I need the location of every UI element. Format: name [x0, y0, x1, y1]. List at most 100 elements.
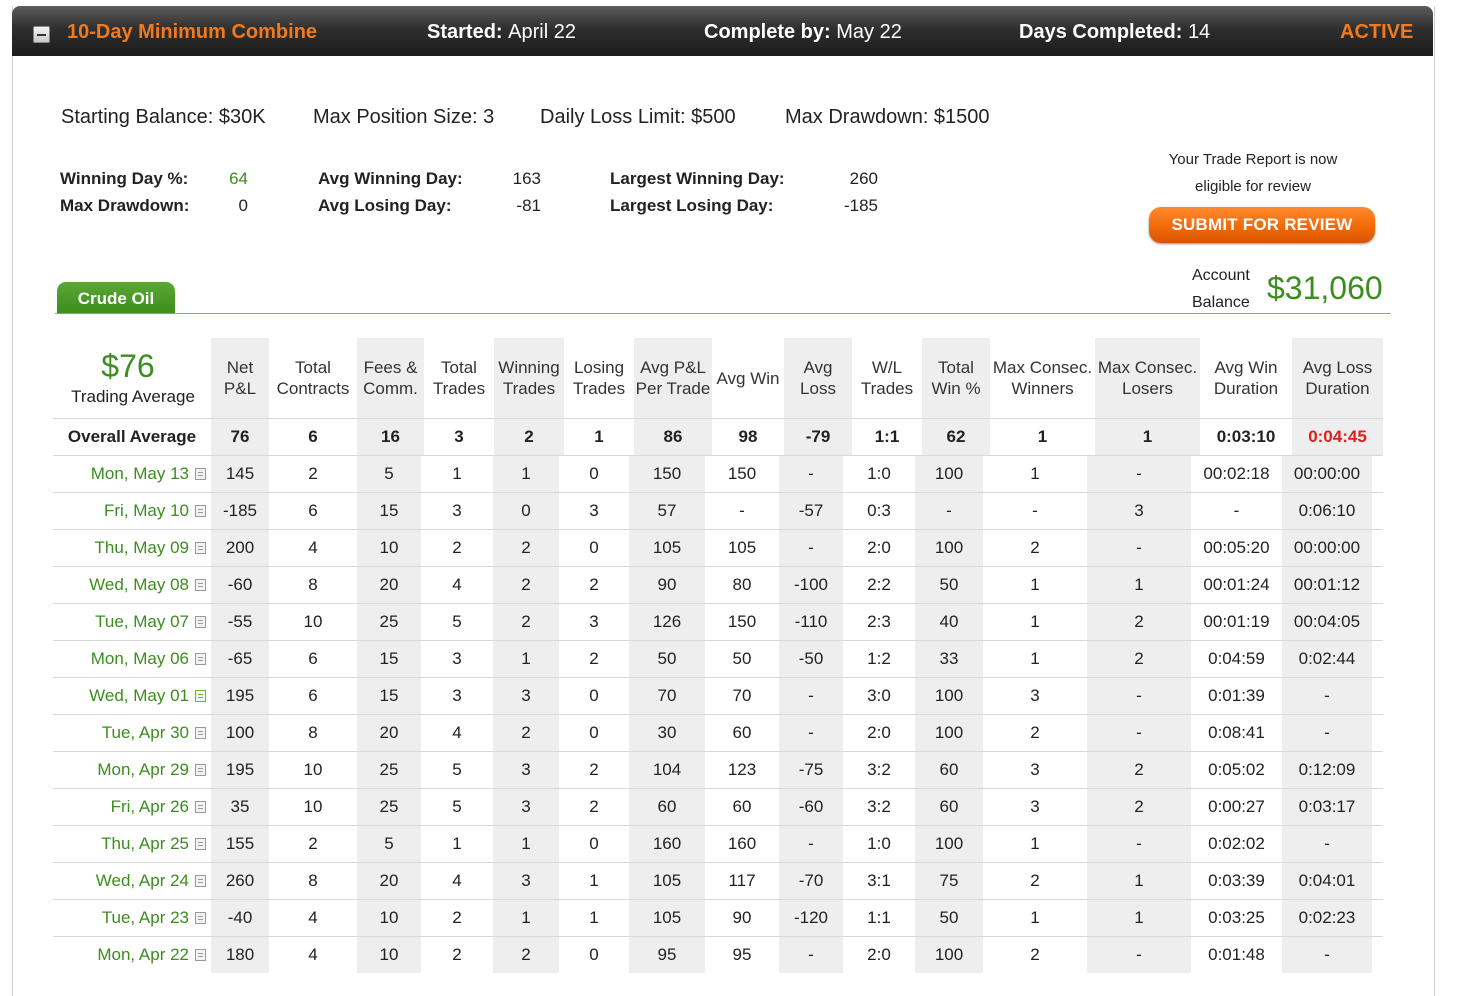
table-cell: 00:01:19 — [1203, 612, 1270, 631]
notes-icon[interactable] — [195, 764, 206, 776]
notes-icon[interactable] — [195, 542, 206, 554]
notes-icon[interactable] — [195, 653, 206, 665]
table-cell: 3 — [452, 649, 462, 668]
table-row: Wed, Apr 24 260 8 20 4 3 1 105 117 -70 3:1 75 2 1 0:03… — [53, 862, 1383, 899]
collapse-icon[interactable] — [33, 26, 50, 43]
date-cell[interactable]: Mon, May 13 — [53, 456, 206, 492]
table-cell: 1 — [1134, 575, 1144, 594]
table-cell: 0:03:25 — [1208, 908, 1265, 927]
date-cell[interactable]: Thu, Apr 25 — [53, 826, 206, 862]
notes-icon[interactable] — [195, 801, 206, 813]
table-cell: 150 — [727, 464, 757, 483]
table-cell: 1 — [452, 464, 462, 483]
date-link[interactable]: Tue, May 07 — [95, 612, 189, 631]
table-cell: 62 — [946, 427, 966, 446]
date-link[interactable]: Fri, May 10 — [104, 501, 189, 520]
table-cell: 1 — [521, 908, 531, 927]
date-cell[interactable]: Mon, May 06 — [53, 641, 206, 677]
date-cell[interactable]: Wed, May 01 — [53, 678, 206, 714]
table-cell: 1 — [521, 649, 531, 668]
date-cell[interactable]: Tue, Apr 23 — [53, 900, 206, 936]
notes-icon[interactable] — [195, 912, 206, 924]
notes-icon[interactable] — [195, 579, 206, 591]
date-link[interactable]: Mon, Apr 29 — [97, 760, 189, 779]
date-link[interactable]: Wed, Apr 24 — [96, 871, 189, 890]
table-cell: 1 — [521, 464, 531, 483]
table-cell: -75 — [798, 760, 824, 779]
table-cell: 160 — [652, 834, 682, 853]
date-cell[interactable]: Tue, Apr 30 — [53, 715, 206, 751]
date-link[interactable]: Thu, May 09 — [95, 538, 190, 557]
table-cell: 3 — [454, 427, 464, 446]
trading-average-label: Trading Average — [71, 387, 195, 406]
tab-crude-oil[interactable]: Crude Oil — [57, 282, 175, 314]
date-link[interactable]: Mon, May 06 — [91, 649, 189, 668]
table-cell: 100 — [934, 945, 964, 964]
table-cell: - — [1032, 501, 1038, 520]
table-cell: 0 — [589, 464, 599, 483]
date-cell[interactable]: Mon, Apr 29 — [53, 752, 206, 788]
table-cell: 100 — [934, 723, 964, 742]
table-cell: 0:05:02 — [1208, 760, 1265, 779]
date-cell[interactable]: Mon, Apr 22 — [53, 937, 206, 973]
table-cell: 0:06:10 — [1298, 501, 1356, 520]
table-cell: 3:2 — [867, 797, 891, 816]
date-link[interactable]: Tue, Apr 30 — [102, 723, 189, 742]
table-cell: 15 — [379, 686, 399, 705]
notes-icon[interactable] — [195, 616, 206, 628]
table-cell: 2 — [1134, 797, 1144, 816]
notes-icon[interactable] — [195, 838, 206, 850]
table-cell: 80 — [732, 575, 752, 594]
table-row: Tue, May 07 -55 10 25 5 2 3 126 150 -110 2:3 40 1 2 00… — [53, 603, 1383, 640]
table-cell: 0:04:59 — [1208, 649, 1265, 668]
table-cell: 4 — [308, 945, 318, 964]
submit-for-review-button[interactable]: SUBMIT FOR REVIEW — [1149, 207, 1375, 243]
notes-icon[interactable] — [195, 949, 206, 961]
table-row: Fri, May 10 -185 6 15 3 0 3 57 - -57 0:3 - - 3 - 0:06:1… — [53, 492, 1383, 529]
table-cell: 60 — [939, 797, 959, 816]
largest-winning-day-value: 260 — [849, 169, 878, 188]
table-cell: 15 — [379, 649, 399, 668]
table-cell: 4 — [452, 575, 462, 594]
table-cell: 15 — [379, 501, 399, 520]
date-cell[interactable]: Fri, Apr 26 — [53, 789, 206, 825]
table-cell: - — [808, 723, 814, 742]
column-header: Fees & Comm. — [357, 338, 424, 418]
review-note-line2: eligible for review — [1195, 178, 1311, 195]
table-cell: 2:2 — [867, 575, 891, 594]
table-cell: 0:03:17 — [1298, 797, 1356, 816]
date-cell[interactable]: Thu, May 09 — [53, 530, 206, 566]
table-cell: 2 — [1134, 612, 1144, 631]
date-link[interactable]: Wed, May 01 — [89, 686, 189, 705]
date-cell[interactable]: Wed, May 08 — [53, 567, 206, 603]
table-cell: 117 — [728, 871, 756, 890]
table-cell: 50 — [732, 649, 752, 668]
notes-icon[interactable] — [195, 468, 206, 480]
table-cell: 1 — [452, 834, 462, 853]
table-cell: -57 — [798, 501, 824, 520]
date-cell[interactable]: Wed, Apr 24 — [53, 863, 206, 899]
table-cell: 2 — [1030, 871, 1040, 890]
table-cell: 0 — [521, 501, 531, 520]
date-link[interactable]: Mon, May 13 — [91, 464, 189, 483]
table-cell: 3 — [521, 871, 531, 890]
date-cell[interactable]: Tue, May 07 — [53, 604, 206, 640]
table-cell: 1:1 — [874, 427, 900, 446]
notes-icon[interactable] — [195, 727, 206, 739]
notes-icon[interactable] — [195, 690, 206, 702]
date-cell[interactable]: Fri, May 10 — [53, 493, 206, 529]
date-link[interactable]: Thu, Apr 25 — [101, 834, 189, 853]
notes-icon[interactable] — [195, 875, 206, 887]
date-link[interactable]: Mon, Apr 22 — [97, 945, 189, 964]
notes-icon[interactable] — [195, 505, 206, 517]
table-cell: 2 — [521, 612, 531, 631]
table-cell: 1 — [1030, 649, 1040, 668]
date-link[interactable]: Wed, May 08 — [89, 575, 189, 594]
date-link[interactable]: Fri, Apr 26 — [111, 797, 189, 816]
daily-loss-limit: Daily Loss Limit: $500 — [540, 106, 736, 128]
table-cell: -55 — [227, 612, 253, 631]
table-cell: 0:02:44 — [1298, 649, 1356, 668]
table-cell: 16 — [381, 427, 400, 446]
date-link[interactable]: Tue, Apr 23 — [102, 908, 189, 927]
table-cell: 5 — [384, 834, 394, 853]
